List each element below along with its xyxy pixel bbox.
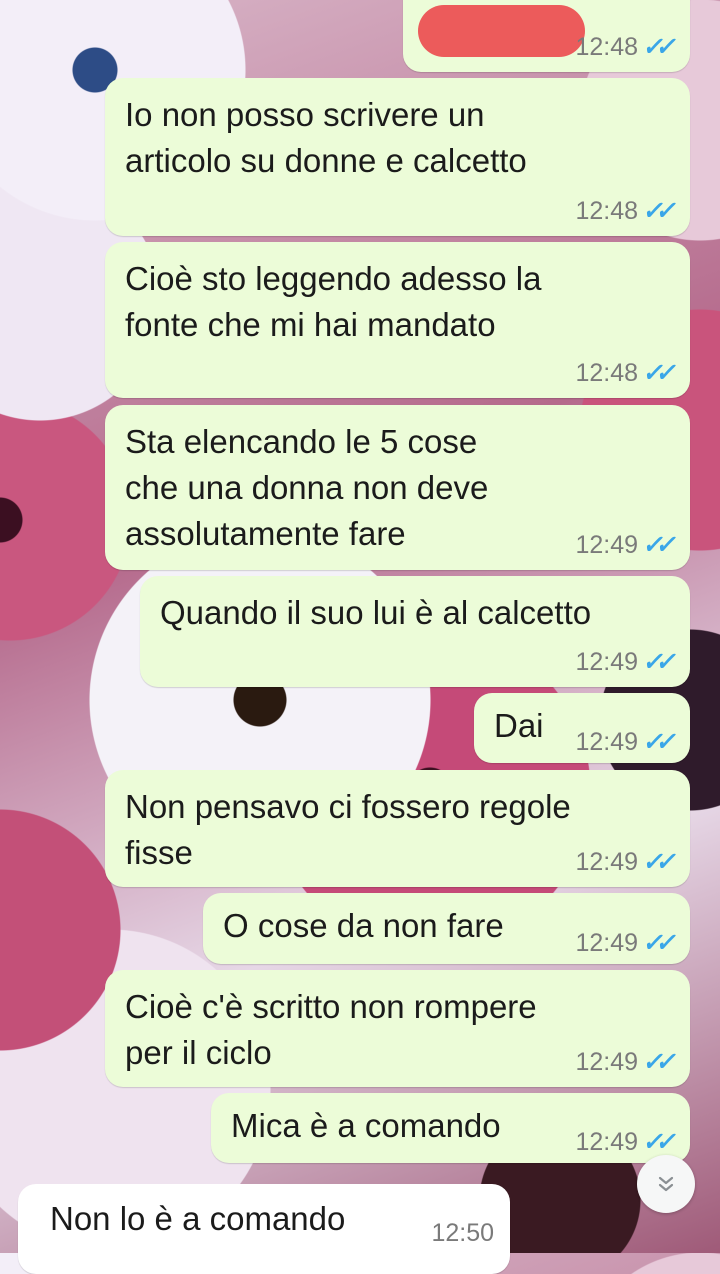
message-meta: 12:48 ✓✓ — [575, 32, 672, 62]
message-text: Io non posso scrivere un articolo su don… — [125, 96, 527, 179]
read-ticks-icon: ✓✓ — [641, 197, 673, 225]
message-time: 12:48 — [575, 359, 638, 387]
message-text: Quando il suo lui è al calcetto — [160, 594, 592, 631]
message-time: 12:49 — [575, 531, 638, 559]
message-meta: 12:49 ✓✓ — [575, 647, 672, 677]
message-time: 12:48 — [575, 33, 638, 61]
scroll-to-bottom-button[interactable] — [637, 1155, 695, 1213]
message-text: Dai — [494, 707, 544, 744]
message-text: O cose da non fare — [223, 907, 504, 944]
message-time: 12:49 — [575, 929, 638, 957]
message-bubble-outgoing[interactable]: Cioè sto leggendo adesso la fonte che mi… — [105, 242, 690, 398]
read-ticks-icon: ✓✓ — [641, 1048, 673, 1076]
read-ticks-icon: ✓✓ — [641, 728, 673, 756]
message-bubble-outgoing[interactable]: Non pensavo ci fossero regole fisse 12:4… — [105, 770, 690, 887]
message-bubble-incoming[interactable]: Non lo è a comando 12:50 — [18, 1184, 510, 1274]
message-meta: 12:49 ✓✓ — [575, 727, 672, 757]
message-text: Mica è a comando — [231, 1107, 501, 1144]
message-bubble-outgoing[interactable]: O cose da non fare 12:49 ✓✓ — [203, 893, 690, 964]
read-ticks-icon: ✓✓ — [641, 33, 673, 61]
message-time: 12:49 — [575, 648, 638, 676]
message-time: 12:49 — [575, 728, 638, 756]
message-text: Cioè c'è scritto non rompere per il cicl… — [125, 988, 537, 1071]
message-text: Non lo è a comando — [50, 1200, 346, 1237]
message-bubble-outgoing[interactable]: Sta elencando le 5 cose che una donna no… — [105, 405, 690, 570]
message-meta: 12:48 ✓✓ — [575, 196, 672, 226]
double-chevron-down-icon — [658, 1176, 674, 1192]
message-bubble-outgoing[interactable]: Io non posso scrivere un articolo su don… — [105, 78, 690, 236]
message-time: 12:48 — [575, 197, 638, 225]
message-meta: 12:50 — [431, 1218, 494, 1248]
read-ticks-icon: ✓✓ — [641, 531, 673, 559]
message-meta: 12:49 ✓✓ — [575, 928, 672, 958]
message-time: 12:49 — [575, 848, 638, 876]
message-meta: 12:49 ✓✓ — [575, 1047, 672, 1077]
message-text: Cioè sto leggendo adesso la fonte che mi… — [125, 260, 542, 343]
message-bubble-outgoing[interactable]: Mica è a comando 12:49 ✓✓ — [211, 1093, 690, 1163]
message-meta: 12:49 ✓✓ — [575, 847, 672, 877]
read-ticks-icon: ✓✓ — [641, 648, 673, 676]
redaction-mark — [418, 5, 585, 57]
message-meta: 12:49 ✓✓ — [575, 530, 672, 560]
message-bubble-outgoing[interactable]: Quando il suo lui è al calcetto 12:49 ✓✓ — [140, 576, 690, 687]
read-ticks-icon: ✓✓ — [641, 929, 673, 957]
message-text: Non pensavo ci fossero regole fisse — [125, 788, 571, 871]
read-ticks-icon: ✓✓ — [641, 359, 673, 387]
message-time: 12:49 — [575, 1128, 638, 1156]
read-ticks-icon: ✓✓ — [641, 848, 673, 876]
message-meta: 12:49 ✓✓ — [575, 1127, 672, 1157]
message-bubble-outgoing[interactable]: Dai 12:49 ✓✓ — [474, 693, 690, 763]
message-time: 12:49 — [575, 1048, 638, 1076]
message-meta: 12:48 ✓✓ — [575, 358, 672, 388]
message-bubble-outgoing[interactable]: 12:48 ✓✓ — [403, 0, 690, 72]
message-bubble-outgoing[interactable]: Cioè c'è scritto non rompere per il cicl… — [105, 970, 690, 1087]
read-ticks-icon: ✓✓ — [641, 1128, 673, 1156]
message-text: Sta elencando le 5 cose che una donna no… — [125, 423, 489, 552]
message-time: 12:50 — [431, 1219, 494, 1247]
